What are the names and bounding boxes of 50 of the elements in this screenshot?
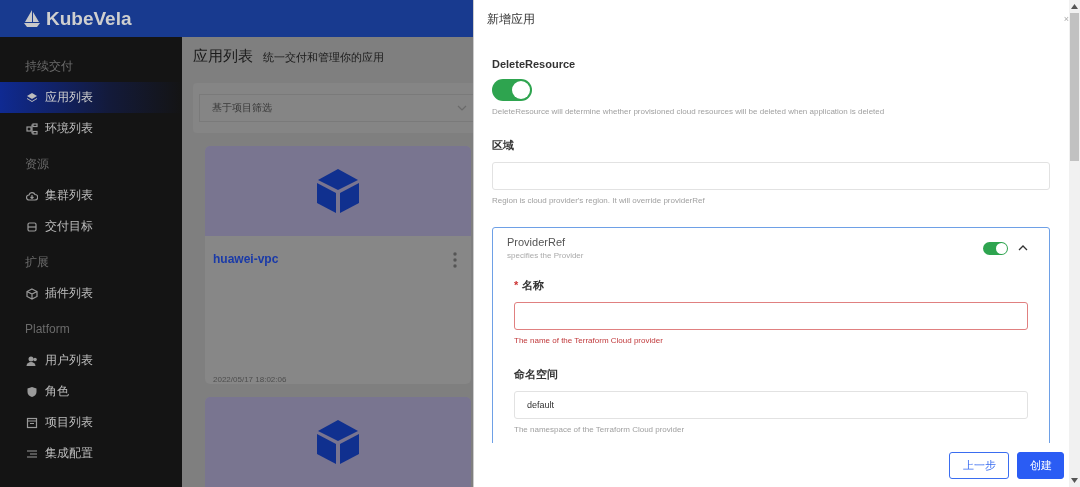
shield-icon [26,385,38,398]
sidebar-item[interactable]: 用户列表 [0,345,182,376]
section-title: 资源 [24,156,50,173]
page-subtitle: 统一交付和管理你的应用 [263,50,384,65]
input-field[interactable]: default [514,391,1028,419]
drawer-title: 新增应用 [487,10,535,28]
hierarchy-icon [26,122,38,135]
sidebar-item[interactable]: 项目列表 [0,407,182,438]
cloud-icon [26,189,38,202]
calendar-icon [26,416,38,429]
sidebar-item[interactable]: 角色 [0,376,182,407]
input-field[interactable] [514,302,1028,330]
chevron-icon[interactable] [1018,245,1028,251]
sidebar-item[interactable]: 环境列表 [0,113,182,144]
help-text: Region is cloud provider's region. It will override providerRef [492,196,706,205]
toggle-switch[interactable] [983,241,1008,255]
cube-icon [316,419,360,465]
previous-step-button[interactable]: 上一步 [949,451,1009,479]
user-icon [26,354,38,367]
field-label: 命名空间 [514,367,559,382]
cube-icon [26,287,38,300]
toggle-switch[interactable] [492,79,532,101]
section-title: 持续交付 [24,58,74,75]
sailboat-icon [22,8,42,29]
logo-text: KubeVela [46,7,132,30]
help-text: The namespace of the Terraform Cloud provider [514,425,686,434]
list-icon [26,447,38,460]
sidebar-item[interactable]: 集成配置 [0,438,182,469]
more-icon[interactable] [453,252,457,268]
section-title: 扩展 [24,254,50,271]
section-title: Platform [24,321,71,338]
layers-icon [26,91,38,104]
help-text: The name of the Terraform Cloud provider [514,336,664,345]
help-text: DeleteResource will determine whether provisioned cloud resources will be deleted when application is deleted [492,107,886,116]
field-label: 区域 [492,138,515,153]
chevron-down-icon [457,105,467,111]
group-title: ProviderRef [507,236,567,248]
sidebar-item[interactable]: 集群列表 [0,180,182,211]
scroll-down-icon[interactable] [1071,478,1078,483]
scrollbar[interactable] [1069,0,1080,487]
sidebar-item[interactable]: 交付目标 [0,211,182,242]
group-subtitle: specifies the Provider [507,251,585,260]
cube-icon [316,168,360,214]
page-title: 应用列表 [193,47,253,66]
field-label: * 名称 [514,278,546,293]
tray-icon [26,220,38,233]
sidebar-item[interactable]: 插件列表 [0,278,182,309]
scroll-up-icon[interactable] [1071,4,1078,9]
create-button[interactable]: 创建 [1017,451,1064,479]
field-label: DeleteResource [492,58,577,70]
